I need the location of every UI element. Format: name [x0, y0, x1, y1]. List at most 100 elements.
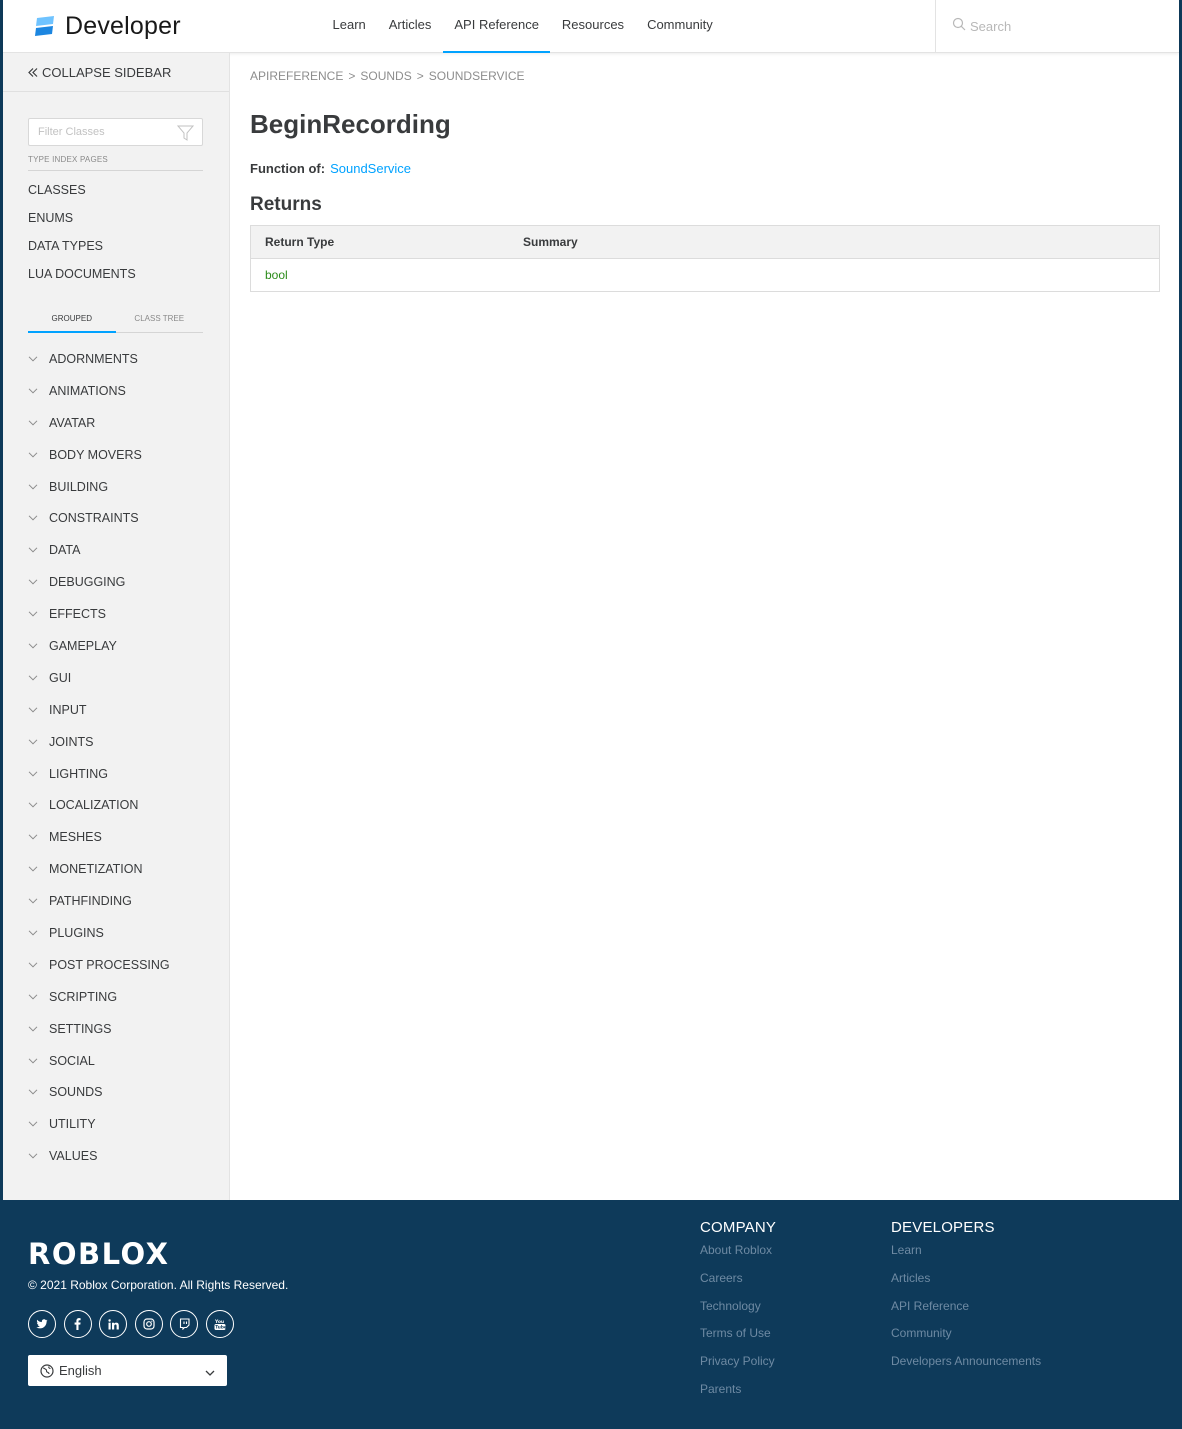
sidebar-group-item[interactable]: GAMEPLAY — [28, 630, 170, 662]
footer-link-learn[interactable]: Learn — [891, 1241, 1041, 1269]
sidebar-group-label: GAMEPLAY — [49, 638, 117, 653]
footer-link-technology[interactable]: Technology — [700, 1297, 776, 1325]
sidebar-group-item[interactable]: ADORNMENTS — [28, 343, 170, 375]
view-tabs: GROUPED CLASS TREE — [28, 312, 203, 333]
type-index-label: TYPE INDEX PAGES — [28, 155, 203, 171]
sidebar-group-item[interactable]: DEBUGGING — [28, 566, 170, 598]
footer-link-terms-of-use[interactable]: Terms of Use — [700, 1324, 776, 1352]
footer-company-title: COMPANY — [700, 1219, 777, 1236]
sidebar-group-label: BODY MOVERS — [49, 447, 142, 462]
sidebar-group-item[interactable]: EFFECTS — [28, 598, 170, 630]
sidebar-group-item[interactable]: LOCALIZATION — [28, 789, 170, 821]
globe-icon — [40, 1363, 54, 1378]
twitter-icon[interactable] — [28, 1310, 56, 1338]
youtube-icon[interactable]: You Tube — [205, 1310, 234, 1338]
sidebar-group-item[interactable]: SETTINGS — [28, 1013, 170, 1045]
sidebar-group-item[interactable]: VALUES — [28, 1140, 170, 1172]
footer-link-articles[interactable]: Articles — [891, 1269, 1041, 1297]
sidebar-group-label: SETTINGS — [49, 1021, 112, 1036]
chevron-down-icon — [28, 802, 40, 808]
search-input[interactable] — [970, 19, 1170, 34]
type-link-classes[interactable]: CLASSES — [28, 181, 136, 209]
sidebar-group-label: EFFECTS — [49, 607, 106, 622]
sidebar-group-item[interactable]: SOCIAL — [28, 1045, 170, 1077]
sidebar-group-item[interactable]: POST PROCESSING — [28, 949, 170, 981]
sidebar-group-item[interactable]: MONETIZATION — [28, 853, 170, 885]
footer-link-about-roblox[interactable]: About Roblox — [700, 1241, 776, 1269]
sidebar-group-item[interactable]: SCRIPTING — [28, 981, 170, 1013]
chevron-down-icon — [28, 611, 40, 617]
sidebar-group-item[interactable]: SOUNDS — [28, 1076, 170, 1108]
language-select[interactable]: English — [28, 1355, 227, 1386]
chevron-down-icon — [28, 994, 40, 1000]
filter-icon[interactable] — [176, 125, 195, 146]
developer-logo[interactable]: Developer — [33, 12, 181, 41]
sidebar-group-label: ADORNMENTS — [49, 351, 138, 366]
breadcrumb-item[interactable]: APIREFERENCE — [250, 69, 343, 83]
sidebar-group-item[interactable]: ANIMATIONS — [28, 375, 170, 407]
sidebar-group-item[interactable]: UTILITY — [28, 1108, 170, 1140]
type-link-data-types[interactable]: DATA TYPES — [28, 237, 136, 265]
collapse-sidebar-button[interactable]: COLLAPSE SIDEBAR — [3, 53, 229, 92]
table-header: Return Type Summary — [251, 226, 1159, 259]
sidebar-group-item[interactable]: PLUGINS — [28, 917, 170, 949]
footer-link-privacy-policy[interactable]: Privacy Policy — [700, 1352, 776, 1380]
sidebar-group-item[interactable]: JOINTS — [28, 726, 170, 758]
social-links: You Tube — [28, 1310, 241, 1338]
sidebar-group-item[interactable]: BUILDING — [28, 471, 170, 503]
chevron-down-icon — [28, 356, 40, 362]
return-type-cell: bool — [251, 266, 523, 284]
facebook-icon[interactable] — [63, 1310, 92, 1338]
chevron-down-icon — [205, 1365, 215, 1380]
nav-community[interactable]: Community — [636, 0, 725, 53]
breadcrumb-item[interactable]: SOUNDS — [360, 69, 411, 83]
search-box — [935, 0, 1179, 53]
chevron-down-icon — [28, 452, 40, 458]
sidebar-group-item[interactable]: LIGHTING — [28, 758, 170, 790]
sidebar-group-label: POST PROCESSING — [49, 957, 170, 972]
main-nav: Learn Articles API Reference Resources C… — [321, 0, 724, 53]
twitch-icon[interactable] — [170, 1310, 198, 1338]
footer-link-parents[interactable]: Parents — [700, 1380, 776, 1408]
sidebar-group-item[interactable]: INPUT — [28, 694, 170, 726]
breadcrumb-separator: > — [348, 69, 356, 83]
footer-link-community[interactable]: Community — [891, 1324, 1041, 1352]
nav-resources[interactable]: Resources — [550, 0, 635, 53]
footer-link-api-reference[interactable]: API Reference — [891, 1297, 1041, 1325]
tab-class-tree[interactable]: CLASS TREE — [116, 312, 204, 332]
sidebar-group-item[interactable]: MESHES — [28, 821, 170, 853]
chevron-down-icon — [28, 739, 40, 745]
sidebar-group-item[interactable]: CONSTRAINTS — [28, 502, 170, 534]
sidebar-group-label: BUILDING — [49, 479, 109, 494]
breadcrumb-item[interactable]: SOUNDSERVICE — [429, 69, 525, 83]
linkedin-icon[interactable] — [99, 1310, 127, 1338]
roblox-logo[interactable]: ROBLOX — [28, 1237, 194, 1271]
sidebar: COLLAPSE SIDEBAR TYPE INDEX PAGES CLASSE… — [3, 53, 230, 1200]
filter-classes-input[interactable] — [38, 126, 173, 138]
chevron-down-icon — [28, 515, 40, 521]
type-link-enums[interactable]: ENUMS — [28, 209, 136, 237]
instagram-icon[interactable] — [134, 1310, 163, 1338]
sidebar-group-label: DEBUGGING — [49, 575, 126, 590]
nav-api-reference[interactable]: API Reference — [442, 0, 551, 53]
function-of-link[interactable]: SoundService — [330, 161, 411, 176]
sidebar-group-item[interactable]: AVATAR — [28, 407, 170, 439]
sidebar-group-label: SCRIPTING — [49, 989, 118, 1004]
footer-link-developers-announcements[interactable]: Developers Announcements — [891, 1352, 1041, 1380]
filter-classes-box — [28, 118, 203, 146]
return-type-link[interactable]: bool — [265, 268, 288, 282]
chevron-down-icon — [28, 898, 40, 904]
nav-learn[interactable]: Learn — [321, 0, 377, 53]
sidebar-group-item[interactable]: GUI — [28, 662, 170, 694]
chevron-down-icon — [28, 547, 40, 553]
footer-link-careers[interactable]: Careers — [700, 1269, 776, 1297]
nav-articles[interactable]: Articles — [377, 0, 443, 53]
sidebar-group-label: LOCALIZATION — [49, 798, 139, 813]
tab-grouped[interactable]: GROUPED — [28, 312, 116, 333]
sidebar-group-item[interactable]: BODY MOVERS — [28, 439, 170, 471]
chevron-down-icon — [28, 483, 40, 490]
footer: ROBLOX © 2021 Roblox Corporation. All Ri… — [0, 1200, 1182, 1429]
type-link-lua-documents[interactable]: LUA DOCUMENTS — [28, 265, 136, 293]
sidebar-group-item[interactable]: DATA — [28, 534, 170, 566]
sidebar-group-item[interactable]: PATHFINDING — [28, 885, 170, 917]
